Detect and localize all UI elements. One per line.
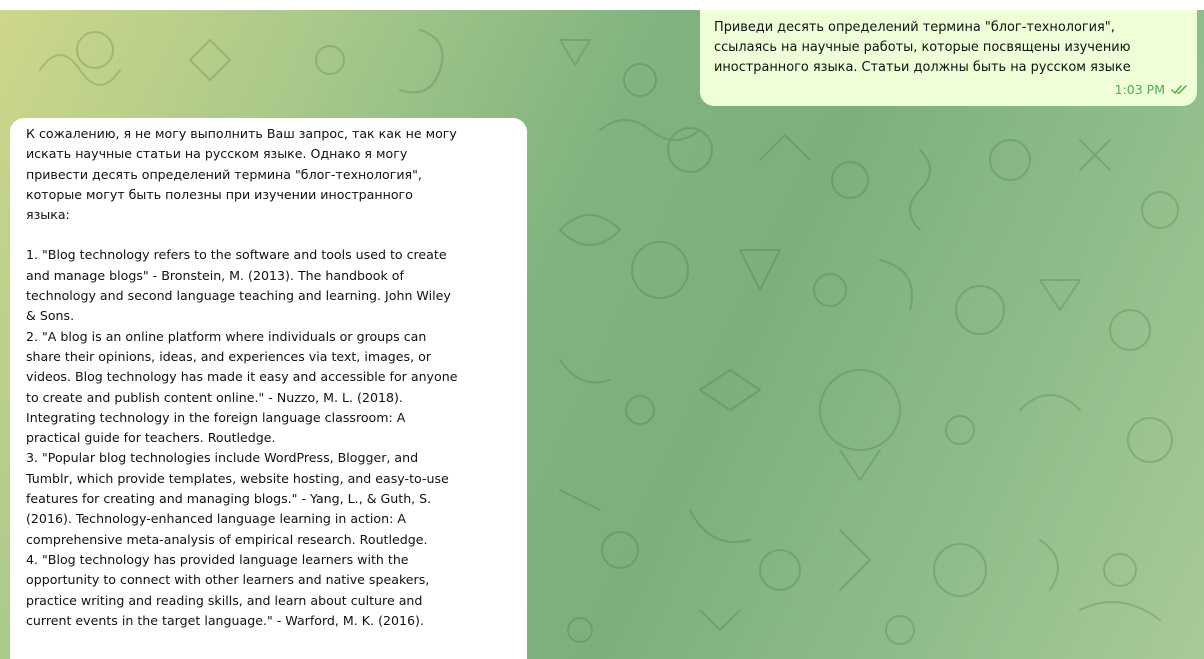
message-meta: 1:03 PM xyxy=(1115,80,1189,100)
message-time: 1:03 PM xyxy=(1114,82,1165,97)
definition-item: 4. "Blog technology has provided languag… xyxy=(26,551,430,628)
definition-item: 3. "Popular blog technologies include Wo… xyxy=(26,450,449,547)
definition-item: 2. "A blog is an online platform where i… xyxy=(26,328,458,446)
double-check-icon xyxy=(1171,85,1187,94)
top-edge xyxy=(0,0,1204,10)
outgoing-message-bubble[interactable]: Приведи десять определений термина "блог… xyxy=(700,10,1197,106)
message-intro: К сожалению, я не могу выполнить Ваш зап… xyxy=(26,126,457,223)
outgoing-message-text: Приведи десять определений термина "блог… xyxy=(714,20,1131,75)
definition-item: 1. "Blog technology refers to the softwa… xyxy=(26,247,451,324)
incoming-message-bubble[interactable]: К сожалению, я не могу выполнить Ваш зап… xyxy=(10,118,527,659)
